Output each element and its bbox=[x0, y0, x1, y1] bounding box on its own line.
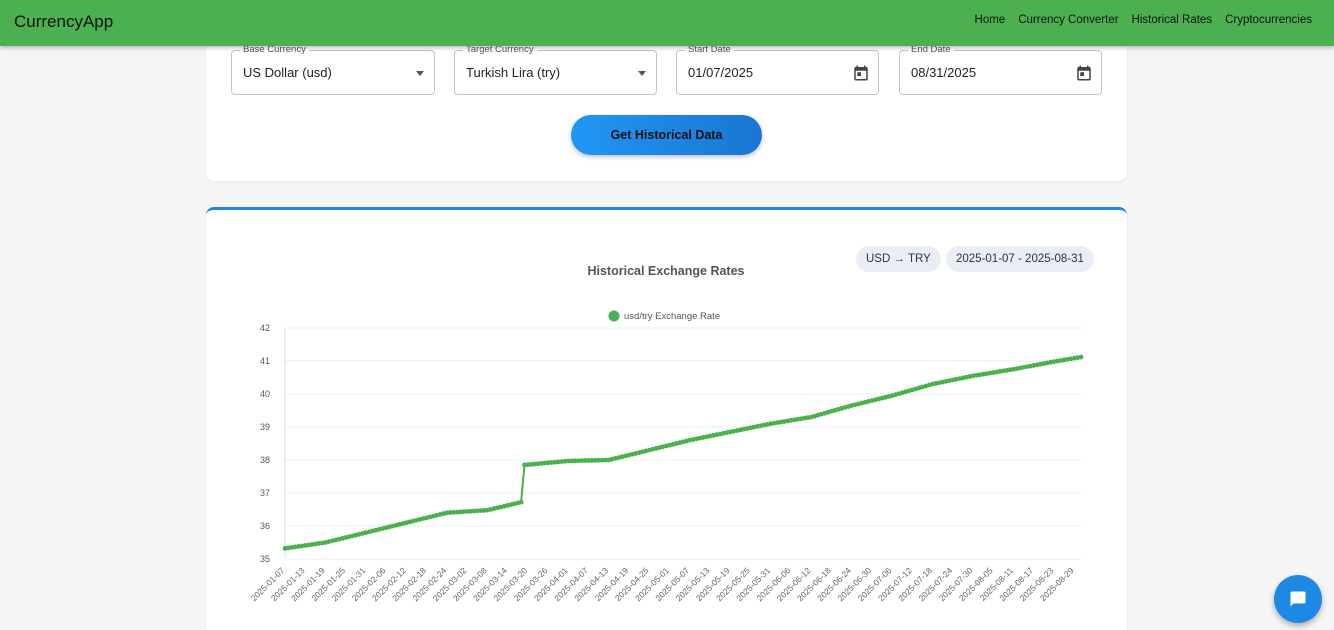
y-tick-label: 41 bbox=[260, 356, 270, 366]
series-line bbox=[284, 356, 1082, 550]
nav-cryptocurrencies-link[interactable]: Cryptocurrencies bbox=[1225, 14, 1312, 26]
y-tick-label: 36 bbox=[260, 521, 270, 531]
data-point bbox=[1078, 354, 1084, 360]
data-point bbox=[518, 499, 524, 505]
y-tick-label: 39 bbox=[260, 422, 270, 432]
base-currency-value: US Dollar (usd) bbox=[243, 65, 332, 80]
nav-currency-converter-link[interactable]: Currency Converter bbox=[1018, 14, 1118, 26]
get-historical-data-button[interactable]: Get Historical Data bbox=[571, 115, 762, 155]
historical-chart-card: USD → TRY 2025-01-07 - 2025-08-31 Histor… bbox=[206, 207, 1127, 630]
caret-down-icon bbox=[416, 71, 424, 76]
y-tick-label: 38 bbox=[260, 455, 270, 465]
exchange-rate-chart: Historical Exchange Rates usd/try Exchang… bbox=[249, 264, 1084, 603]
calendar-icon[interactable] bbox=[1075, 64, 1093, 87]
main-nav: Home Currency Converter Historical Rates… bbox=[962, 14, 1312, 26]
base-currency-select[interactable]: Base Currency US Dollar (usd) bbox=[231, 44, 435, 95]
app-brand[interactable]: CurrencyApp bbox=[14, 12, 113, 32]
calendar-icon[interactable] bbox=[852, 64, 870, 87]
y-tick-label: 35 bbox=[260, 554, 270, 564]
chart-title: Historical Exchange Rates bbox=[587, 264, 744, 278]
y-tick-label: 42 bbox=[260, 323, 270, 333]
start-date-value: 01/07/2025 bbox=[688, 65, 754, 80]
nav-historical-rates-link[interactable]: Historical Rates bbox=[1132, 14, 1213, 26]
target-currency-select[interactable]: Target Currency Turkish Lira (try) bbox=[454, 44, 657, 95]
y-tick-label: 37 bbox=[260, 488, 270, 498]
y-tick-label: 40 bbox=[260, 389, 270, 399]
caret-down-icon bbox=[638, 71, 646, 76]
end-date-input[interactable]: End Date 08/31/2025 bbox=[899, 44, 1102, 95]
top-navbar: CurrencyApp Home Currency Converter Hist… bbox=[0, 0, 1334, 46]
chat-button[interactable] bbox=[1274, 575, 1322, 623]
legend-marker bbox=[608, 310, 620, 322]
nav-home-link[interactable]: Home bbox=[975, 14, 1006, 26]
start-date-input[interactable]: Start Date 01/07/2025 bbox=[676, 44, 879, 95]
legend-label: usd/try Exchange Rate bbox=[624, 311, 720, 322]
chat-icon bbox=[1290, 591, 1306, 607]
target-currency-value: Turkish Lira (try) bbox=[466, 65, 561, 80]
end-date-value: 08/31/2025 bbox=[911, 65, 977, 80]
